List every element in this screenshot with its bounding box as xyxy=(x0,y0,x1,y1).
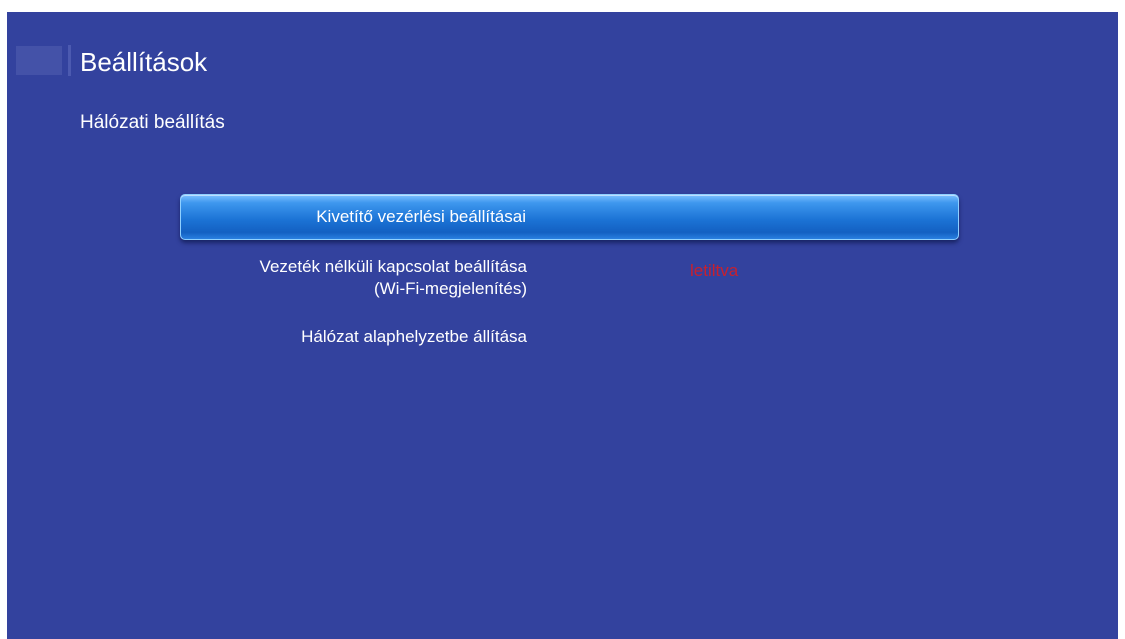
menu-item-wireless[interactable]: Vezeték nélküli kapcsolat beállítása (Wi… xyxy=(180,256,959,306)
menu-item-projector-control[interactable]: Kivetítő vezérlési beállításai xyxy=(180,194,959,240)
menu-item-network-reset[interactable]: Hálózat alaphelyzetbe állítása xyxy=(180,326,959,352)
menu-item-label: Hálózat alaphelyzetbe állítása xyxy=(301,327,527,346)
menu-item-label: Kivetítő vezérlési beállításai xyxy=(316,207,526,226)
menu-item-label: Vezeték nélküli kapcsolat beállítása (Wi… xyxy=(259,257,527,298)
network-menu: Kivetítő vezérlési beállításai Vezeték n… xyxy=(7,12,1118,639)
osd-screen: Beállítások Hálózati beállítás Kivetítő … xyxy=(7,12,1118,639)
wireless-status-value: letiltva xyxy=(690,261,739,280)
